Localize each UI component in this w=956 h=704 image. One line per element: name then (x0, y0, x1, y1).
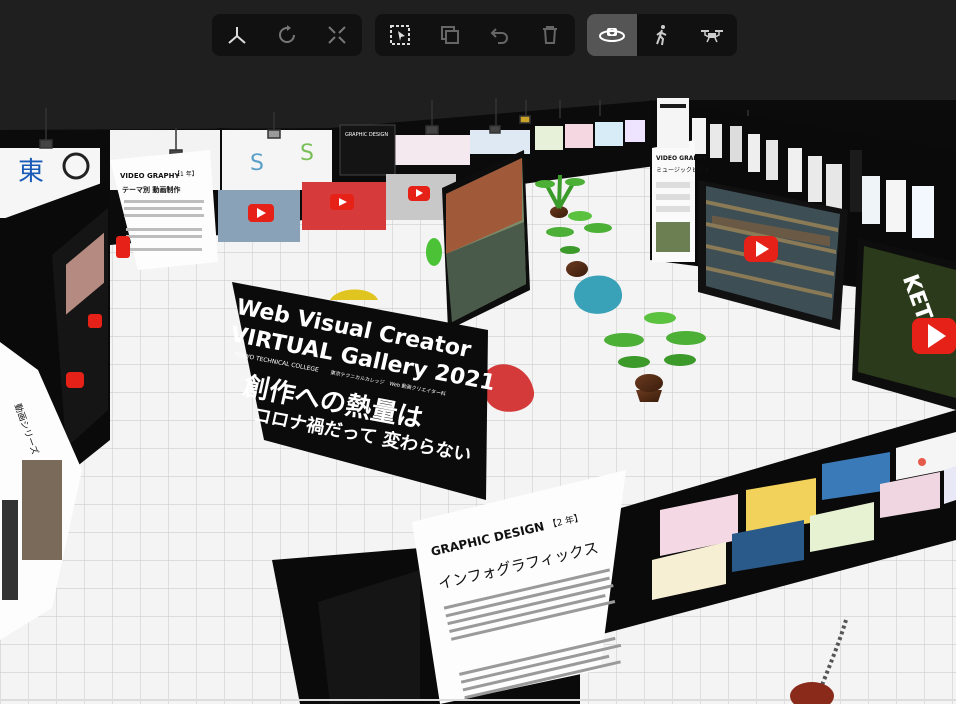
svg-text:S: S (300, 141, 314, 166)
svg-text:東: 東 (18, 157, 44, 187)
duplicate-icon[interactable] (425, 14, 475, 56)
axes-icon[interactable] (212, 14, 262, 56)
toolbar-edit-group (375, 14, 575, 56)
vg-year: 【1 年】 (174, 170, 198, 178)
select-icon[interactable] (375, 14, 425, 56)
rotate-icon[interactable] (262, 14, 312, 56)
wall-side-title: VIDEO GRAPHY (656, 155, 708, 162)
beanbag-green (426, 238, 442, 266)
vg-title: VIDEO GRAPHY (120, 172, 181, 180)
gallery-3d-viewport[interactable]: GRAPHIC DESIGN 東 S S VIDEO GRAPHY ミュージック… (0, 0, 956, 704)
drone-icon[interactable] (687, 14, 737, 56)
fullscreen-icon[interactable] (312, 14, 362, 56)
trash-icon[interactable] (525, 14, 575, 56)
undo-icon[interactable] (475, 14, 525, 56)
orbit-camera-icon[interactable] (587, 14, 637, 56)
far-gd-title: GRAPHIC DESIGN (345, 132, 388, 138)
vg-subtitle: テーマ別 動画制作 (122, 185, 180, 194)
walk-icon[interactable] (637, 14, 687, 56)
toolbar-camera-group (587, 14, 737, 56)
beanbag-blue (574, 275, 623, 314)
wall-side-subtitle: ミュージックビデオ (656, 166, 710, 174)
toolbar-transform-group (212, 14, 362, 56)
svg-text:S: S (250, 151, 264, 176)
play-button-icon-3[interactable] (66, 372, 84, 388)
